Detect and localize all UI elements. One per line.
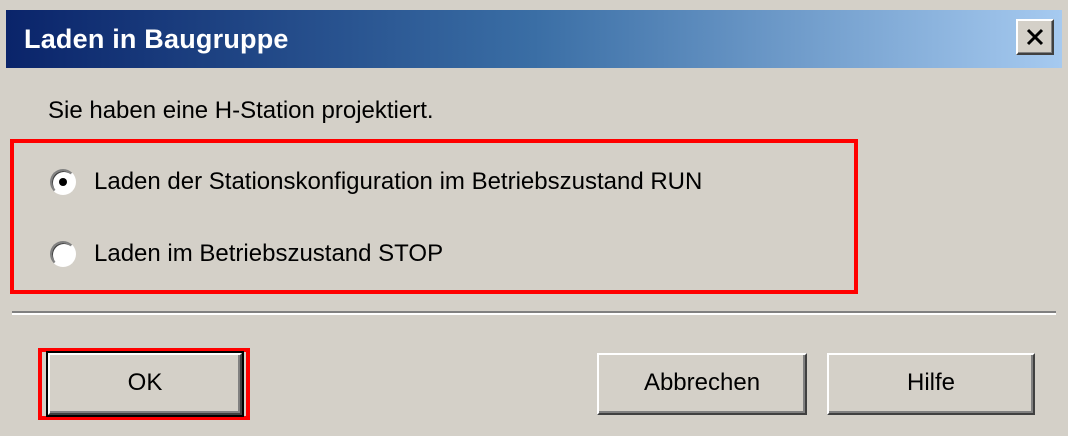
radio-option-run[interactable]: Laden der Stationskonfiguration im Betri… [50,168,702,196]
radio-button-run[interactable] [50,169,76,195]
title-bar[interactable]: Laden in Baugruppe [6,10,1062,68]
radio-option-stop[interactable]: Laden im Betriebszustand STOP [50,240,443,268]
radio-label-run: Laden der Stationskonfiguration im Betri… [94,168,703,195]
ok-button[interactable]: OK [46,351,244,417]
cancel-button[interactable]: Abbrechen [597,353,807,415]
close-icon [1026,28,1044,46]
window-title: Laden in Baugruppe [24,24,289,54]
radio-label-stop: Laden im Betriebszustand STOP [94,240,444,267]
dialog-window: Laden in Baugruppe Sie haben eine H-Stat… [0,0,1068,436]
help-button[interactable]: Hilfe [827,353,1035,415]
dialog-message: Sie haben eine H-Station projektiert. [48,97,434,124]
separator-line [12,311,1056,315]
radio-button-stop[interactable] [50,241,76,267]
close-button[interactable] [1016,19,1054,55]
radio-selected-dot [59,178,67,186]
options-highlight-box [10,139,858,294]
